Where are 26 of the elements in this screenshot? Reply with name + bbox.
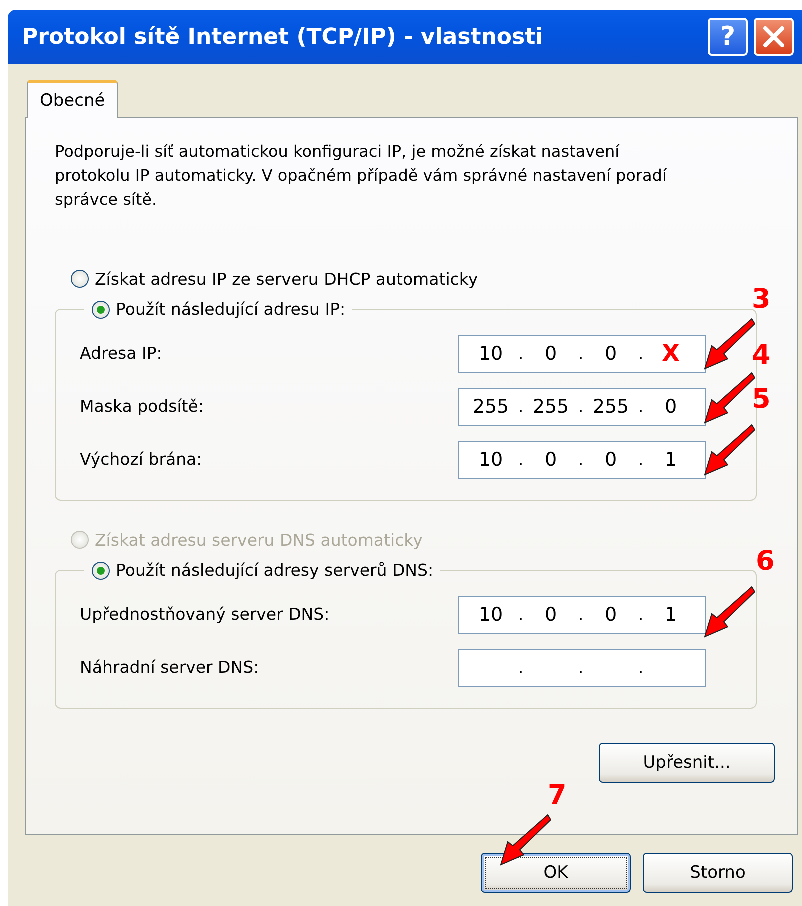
ip-address-field[interactable]: 10 . 0 . 0 . X [458,334,706,372]
ip-address-field[interactable]: 255 . 255 . 255 . 0 [458,388,706,426]
annotation-number: 7 [548,780,567,811]
radio-button[interactable]: Použít následující adresu IP: [92,300,346,319]
radio-button[interactable]: Použít následující adresy serverů DNS: [92,561,434,580]
dialog-button[interactable]: Storno [643,853,793,893]
description-text: Podporuje-li síť automatickou konfiguraci IP, je možné získat nastavení protokolu IP automaticky. V opačném případě vám správné nastavení poradí správce sítě. [55,141,668,211]
annotation-number: 3 [752,284,771,315]
annotation-number: 6 [756,546,775,577]
tab[interactable]: Obecné [27,80,118,118]
close-icon [762,25,786,49]
ip-address-field[interactable]: 10 . 0 . 0 . 1 [458,596,706,634]
help-button[interactable]: ? [708,18,748,56]
annotation-number: 4 [752,340,771,371]
ip-address-field[interactable]: 10 . 0 . 0 . 1 [458,440,706,478]
dialog-button[interactable]: OK [481,853,631,893]
field-label: Výchozí brána: [80,450,202,469]
close-button[interactable] [754,18,794,56]
field-label: Náhradní server DNS: [80,658,260,677]
advanced-button[interactable]: Upřesnit... [599,743,775,783]
ip-address-field[interactable]: . . . [458,648,706,686]
field-label: Adresa IP: [80,344,162,363]
field-label: Maska podsítě: [80,397,204,416]
field-label: Upřednostňovaný server DNS: [80,605,330,624]
window-title: Protokol sítě Internet (TCP/IP) - vlastnosti [22,24,544,50]
annotation-number: 5 [752,384,771,415]
